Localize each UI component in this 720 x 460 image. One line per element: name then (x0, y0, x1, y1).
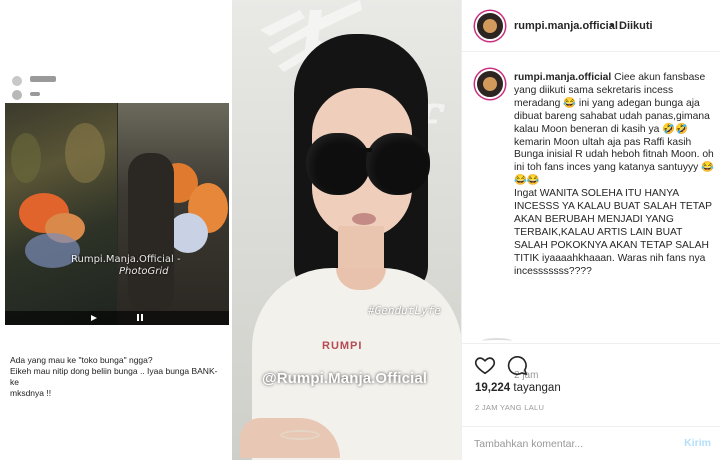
view-count[interactable]: 19,224 tayangan (475, 382, 561, 394)
screenshot-username (30, 76, 56, 82)
shirt-print-text: RUMPI (322, 340, 363, 352)
bracelet-shape (280, 430, 320, 440)
view-count-label: tayangan (513, 382, 561, 394)
comment-input[interactable] (474, 436, 664, 452)
send-comment-button[interactable]: Kirim (684, 437, 711, 449)
avatar[interactable] (475, 11, 505, 41)
play-icon[interactable] (91, 315, 97, 321)
watermark-main-text: Rumpi.Manja.Official - (71, 254, 181, 265)
comment-icon[interactable] (506, 354, 528, 376)
caption-body: Ciee akun fansbase yang diikuti sama sek… (514, 72, 714, 277)
collage-left-photo (5, 103, 117, 325)
pause-icon[interactable] (137, 314, 139, 321)
lips-shape (352, 213, 376, 225)
collage-right-photo (118, 103, 229, 325)
screenshot-avatar-2 (12, 90, 22, 100)
follow-status-button[interactable]: Diikuti (619, 20, 653, 32)
caption-avatar[interactable] (475, 69, 505, 99)
post-sidebar: rumpi.manja.official • Diikuti rumpi.man… (461, 0, 720, 460)
watermark-sub-text: PhotoGrid (119, 266, 169, 277)
caption-text-block: rumpi.manja.official Ciee akun fansbase … (514, 72, 714, 279)
flower-photo-collage: Rumpi.Manja.Official - PhotoGrid (5, 103, 229, 325)
caption-comment: rumpi.manja.official Ciee akun fansbase … (462, 52, 720, 381)
hashtag-overlay: #GendutLyfe (368, 304, 441, 317)
screenshot-caption (30, 92, 40, 96)
photogrid-watermark: Rumpi.Manja.Official - PhotoGrid (71, 254, 181, 277)
view-count-number: 19,224 (475, 382, 511, 394)
video-control-bar (5, 311, 229, 325)
sunglasses-bridge (360, 148, 372, 152)
caption-line-2: Eikeh mau nitip dong beliin bunga .. Iya… (10, 366, 218, 387)
caption-line-3: mksdnya !! (10, 388, 52, 398)
caption-line-1: Ada yang mau ke "toko bunga" ngga? (10, 355, 153, 365)
handle-watermark: @Rumpi.Manja.Official (262, 370, 428, 387)
main-post-photo[interactable]: lf RUMPI #GendutLyfe @Rumpi.Manja.Offici… (232, 0, 461, 460)
post-header: rumpi.manja.official • Diikuti (462, 0, 720, 52)
header-username[interactable]: rumpi.manja.official (514, 20, 618, 32)
heart-icon[interactable] (474, 354, 496, 376)
screenshot-avatar (12, 76, 22, 86)
post-date[interactable]: 2 JAM YANG LALU (475, 403, 544, 412)
add-comment-bar: Kirim (462, 426, 720, 460)
screenshot-caption-block: Ada yang mau ke "toko bunga" ngga? Eikeh… (10, 355, 225, 399)
header-separator: • (610, 20, 614, 32)
caption-username[interactable]: rumpi.manja.official (514, 72, 611, 83)
sunglasses-left-lens (306, 133, 370, 195)
left-screenshot-panel: Rumpi.Manja.Official - PhotoGrid Ada yan… (0, 0, 232, 460)
sunglasses-right-lens (366, 133, 430, 195)
post-actions: 19,224 tayangan 2 JAM YANG LALU Kirim (462, 343, 720, 459)
